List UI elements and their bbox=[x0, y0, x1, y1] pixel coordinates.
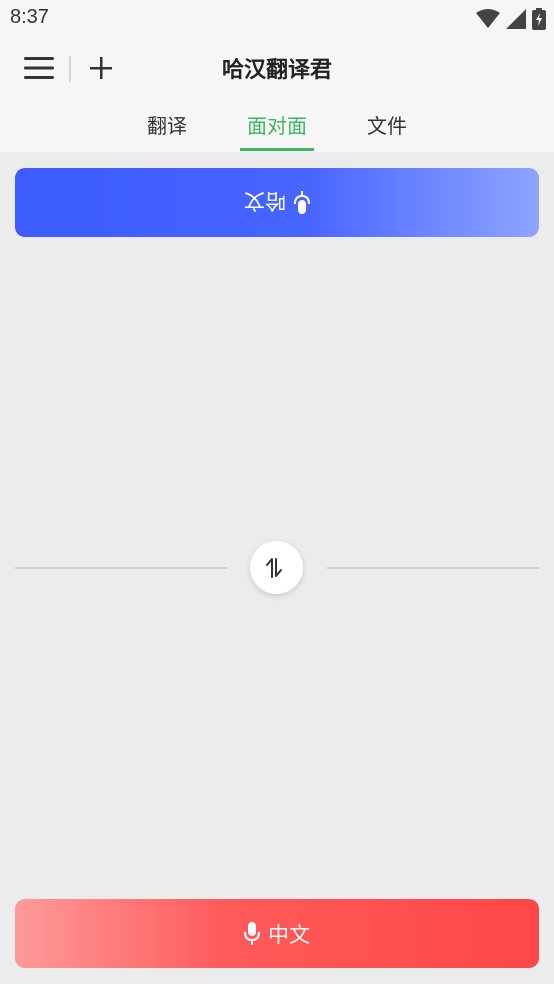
swap-arrows-icon bbox=[265, 557, 282, 578]
chinese-label: 中文 bbox=[268, 922, 310, 947]
page-title: 哈汉翻译君 bbox=[221, 58, 332, 83]
tab-file[interactable]: 文件 bbox=[352, 110, 422, 139]
kazakh-speak-content: 哈文 bbox=[15, 168, 539, 237]
swap-language-button[interactable] bbox=[250, 541, 303, 594]
status-icons bbox=[476, 8, 546, 30]
status-bar: 8:37 bbox=[0, 0, 554, 38]
kazakh-speak-button[interactable]: 哈文 bbox=[15, 168, 539, 237]
active-tab-indicator bbox=[240, 148, 314, 151]
signal-icon bbox=[506, 9, 526, 29]
tab-bar: 翻译 面对面 文件 bbox=[0, 98, 554, 152]
wifi-icon bbox=[476, 9, 500, 28]
status-time: 8:37 bbox=[10, 6, 49, 28]
app-header: 哈汉翻译君 bbox=[0, 38, 554, 98]
microphone-icon bbox=[294, 191, 310, 215]
battery-charging-icon bbox=[532, 8, 546, 30]
tab-translate[interactable]: 翻译 bbox=[132, 110, 202, 139]
microphone-icon bbox=[244, 921, 260, 945]
divider-right bbox=[327, 567, 539, 569]
chinese-speak-button[interactable]: 中文 bbox=[15, 899, 539, 968]
divider-left bbox=[15, 567, 227, 569]
tab-face-to-face[interactable]: 面对面 bbox=[236, 110, 318, 139]
kazakh-label: 哈文 bbox=[244, 189, 286, 214]
